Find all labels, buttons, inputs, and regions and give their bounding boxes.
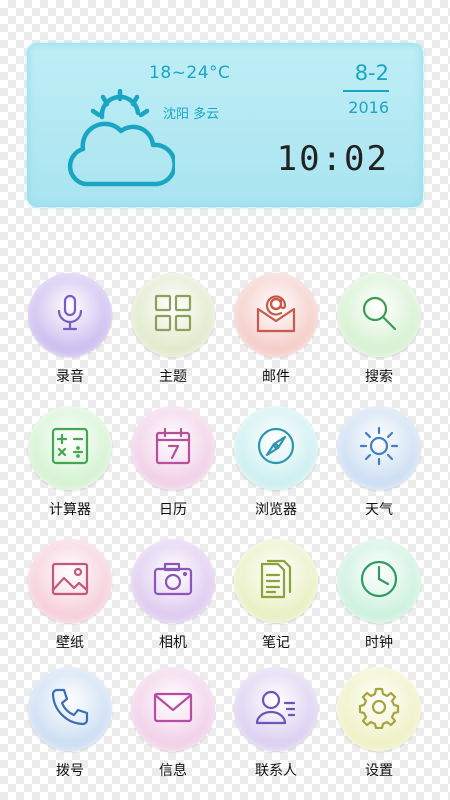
app-15[interactable]: 设置 — [334, 667, 424, 780]
app-icon-button[interactable] — [337, 539, 421, 623]
app-icon-button[interactable] — [28, 667, 112, 751]
app-icon-button[interactable] — [337, 667, 421, 751]
app-5[interactable]: 日历 — [128, 406, 218, 519]
mail-at-icon — [254, 291, 298, 339]
app-2[interactable]: 邮件 — [231, 273, 321, 386]
app-label: 主题 — [159, 369, 187, 385]
partly-cloudy-icon — [65, 88, 177, 203]
app-1[interactable]: 主题 — [128, 273, 218, 386]
app-icon-button[interactable] — [131, 406, 215, 490]
compass-icon — [254, 424, 298, 472]
clock-time: 10:02 — [276, 139, 389, 179]
app-label: 计算器 — [49, 502, 91, 518]
app-label: 信息 — [159, 763, 187, 779]
search-icon — [357, 291, 401, 339]
gear-icon — [357, 685, 401, 733]
app-icon-button[interactable] — [28, 406, 112, 490]
app-icon-button[interactable] — [234, 273, 318, 357]
app-icon-button[interactable] — [131, 667, 215, 751]
phone-icon — [48, 685, 92, 733]
app-icon-button[interactable] — [28, 539, 112, 623]
date-label: 8-2 — [354, 61, 389, 85]
app-label: 壁纸 — [56, 635, 84, 651]
calculator-icon — [48, 424, 92, 472]
app-icon-button[interactable] — [28, 273, 112, 357]
temperature-range: 18~24°C — [149, 63, 231, 83]
app-0[interactable]: 录音 — [25, 273, 115, 386]
app-3[interactable]: 搜索 — [334, 273, 424, 386]
app-label: 浏览器 — [255, 502, 297, 518]
app-label: 搜索 — [365, 369, 393, 385]
app-13[interactable]: 信息 — [128, 667, 218, 780]
app-6[interactable]: 浏览器 — [231, 406, 321, 519]
sun-icon — [357, 424, 401, 472]
app-label: 联系人 — [255, 763, 297, 779]
calendar-icon — [151, 424, 195, 472]
app-icon-button[interactable] — [234, 667, 318, 751]
app-label: 笔记 — [262, 635, 290, 651]
app-icon-button[interactable] — [234, 539, 318, 623]
app-9[interactable]: 相机 — [128, 539, 218, 652]
contacts-icon — [254, 685, 298, 733]
app-icon-button[interactable] — [234, 406, 318, 490]
clock-icon — [357, 557, 401, 605]
app-icon-button[interactable] — [131, 539, 215, 623]
picture-icon — [48, 557, 92, 605]
app-8[interactable]: 壁纸 — [25, 539, 115, 652]
app-10[interactable]: 笔记 — [231, 539, 321, 652]
app-label: 日历 — [159, 502, 187, 518]
app-11[interactable]: 时钟 — [334, 539, 424, 652]
app-icon-button[interactable] — [337, 273, 421, 357]
grid-icon — [151, 291, 195, 339]
app-14[interactable]: 联系人 — [231, 667, 321, 780]
notes-icon — [254, 557, 298, 605]
location-condition: 沈阳 多云 — [163, 107, 220, 122]
app-icon-button[interactable] — [337, 406, 421, 490]
app-12[interactable]: 拨号 — [25, 667, 115, 780]
camera-icon — [151, 557, 195, 605]
app-4[interactable]: 计算器 — [25, 406, 115, 519]
app-label: 邮件 — [262, 369, 290, 385]
app-7[interactable]: 天气 — [334, 406, 424, 519]
date-divider — [343, 90, 389, 92]
weather-widget[interactable]: 18~24°C 沈阳 多云 8-2 2016 10:02 — [27, 43, 423, 207]
year-label: 2016 — [348, 98, 389, 117]
app-label: 录音 — [56, 369, 84, 385]
app-label: 时钟 — [365, 635, 393, 651]
app-icon-button[interactable] — [131, 273, 215, 357]
microphone-icon — [48, 291, 92, 339]
app-label: 相机 — [159, 635, 187, 651]
app-label: 拨号 — [56, 763, 84, 779]
app-label: 天气 — [365, 502, 393, 518]
envelope-icon — [151, 685, 195, 733]
app-label: 设置 — [365, 763, 393, 779]
